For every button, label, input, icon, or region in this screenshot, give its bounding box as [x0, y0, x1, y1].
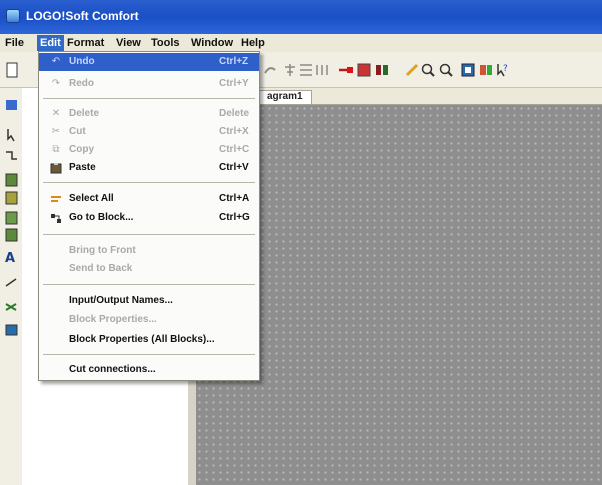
menu-item-shortcut: Ctrl+V — [219, 162, 249, 173]
tab-diagram1[interactable]: agram1 — [258, 90, 312, 104]
menu-item-label: Go to Block... — [69, 212, 134, 223]
menu-item-go-to-block[interactable]: Go to Block... Ctrl+G — [39, 209, 259, 227]
menu-item-send-to-back[interactable]: Send to Back — [39, 260, 259, 278]
logo-app-icon — [6, 9, 20, 23]
go-to-block-icon — [50, 213, 62, 224]
menu-item-shortcut: Ctrl+G — [219, 212, 250, 223]
menu-item-label: Copy — [69, 144, 94, 155]
menu-item-copy[interactable]: ⧉ Copy Ctrl+C — [39, 141, 259, 159]
menu-item-label: Delete — [69, 108, 100, 119]
menu-window[interactable]: Window — [188, 35, 236, 51]
special-functions-icon[interactable] — [4, 191, 19, 205]
distribute-icon[interactable] — [298, 62, 314, 78]
menu-item-bring-to-front[interactable]: Bring to Front — [39, 242, 259, 260]
cut-connection-icon[interactable] — [4, 276, 19, 290]
zoom-out-icon[interactable] — [438, 62, 454, 78]
basic-functions-icon[interactable] — [4, 173, 19, 187]
menu-tools[interactable]: Tools — [148, 35, 183, 51]
menu-bar: File Edit Format View Tools Window Help — [0, 34, 602, 52]
connector-icon[interactable] — [338, 62, 354, 78]
menu-item-cut[interactable]: ✂ Cut Ctrl+X — [39, 123, 259, 141]
zoom-in-icon[interactable] — [420, 62, 436, 78]
text-icon[interactable]: A — [4, 250, 19, 266]
edit-menu-dropdown: ↶ Undo Ctrl+Z ↷ Redo Ctrl+Y ✕ Delete Del… — [38, 51, 260, 381]
menu-format[interactable]: Format — [64, 35, 107, 51]
menu-item-shortcut: Ctrl+X — [219, 126, 249, 137]
menu-item-label: Redo — [69, 78, 94, 89]
blocks-icon[interactable] — [374, 62, 390, 78]
menu-item-label: Input/Output Names... — [69, 295, 173, 306]
menu-item-label: Paste — [69, 162, 96, 173]
outputs-icon[interactable] — [4, 228, 19, 242]
copy-icon: ⧉ — [52, 144, 60, 155]
help-pointer-icon[interactable]: ? — [494, 62, 510, 78]
menu-item-undo[interactable]: ↶ Undo Ctrl+Z — [39, 53, 259, 71]
inputs-icon[interactable] — [4, 211, 19, 225]
align-icon[interactable] — [282, 62, 298, 78]
menu-file[interactable]: File — [2, 35, 27, 51]
select-pointer-icon[interactable] — [4, 128, 19, 142]
cut-icon: ✂ — [51, 126, 61, 137]
svg-text:?: ? — [503, 64, 508, 74]
transfer-icon[interactable] — [478, 62, 494, 78]
menu-item-label: Cut — [69, 126, 86, 137]
menu-edit[interactable]: Edit — [37, 35, 64, 51]
menu-item-label: Bring to Front — [69, 245, 136, 256]
menu-item-label: Undo — [69, 56, 95, 67]
menu-item-shortcut: Ctrl+C — [219, 144, 250, 155]
menu-separator — [43, 234, 255, 235]
undo-icon: ↶ — [51, 56, 61, 67]
constant-icon[interactable] — [4, 98, 19, 112]
svg-text:A: A — [5, 251, 15, 264]
connect-icon[interactable] — [4, 148, 19, 162]
menu-separator — [43, 182, 255, 183]
title-bar: LOGO!Soft Comfort — [0, 0, 602, 34]
menu-separator — [43, 98, 255, 99]
menu-item-label: Cut connections... — [69, 364, 156, 375]
menu-item-block-properties-all[interactable]: Block Properties (All Blocks)... — [39, 331, 259, 349]
simulation-tool-icon[interactable] — [4, 323, 19, 337]
delete-icon: ✕ — [51, 108, 61, 119]
menu-item-shortcut: Ctrl+Z — [219, 56, 249, 67]
menu-view[interactable]: View — [113, 35, 144, 51]
menu-item-label: Block Properties (All Blocks)... — [69, 334, 215, 345]
menu-item-label: Select All — [69, 193, 114, 204]
grid-icon[interactable] — [314, 62, 330, 78]
menu-item-cut-connections[interactable]: Cut connections... — [39, 361, 259, 379]
paste-icon — [50, 163, 62, 174]
menu-item-shortcut: Ctrl+A — [219, 193, 250, 204]
tab-strip: agram1 — [258, 88, 602, 104]
menu-item-paste[interactable]: Paste Ctrl+V — [39, 159, 259, 177]
left-toolbar: A — [0, 88, 22, 485]
simulation-icon[interactable] — [460, 62, 476, 78]
menu-help[interactable]: Help — [238, 35, 268, 51]
menu-item-select-all[interactable]: Select All Ctrl+A — [39, 190, 259, 208]
split-icon[interactable] — [4, 300, 19, 314]
menu-separator — [43, 284, 255, 285]
window-title: LOGO!Soft Comfort — [26, 9, 139, 23]
menu-item-delete[interactable]: ✕ Delete Delete — [39, 105, 259, 123]
redo-toolbar-icon[interactable] — [262, 62, 278, 78]
select-all-icon — [50, 194, 62, 205]
menu-item-redo[interactable]: ↷ Redo Ctrl+Y — [39, 75, 259, 93]
menu-item-label: Send to Back — [69, 263, 133, 274]
new-file-icon[interactable] — [4, 62, 20, 78]
menu-item-label: Block Properties... — [69, 314, 157, 325]
menu-item-block-properties[interactable]: Block Properties... — [39, 311, 259, 329]
menu-item-shortcut: Delete — [219, 108, 250, 119]
redo-icon: ↷ — [51, 78, 61, 89]
menu-separator — [43, 354, 255, 355]
block-icon[interactable] — [356, 62, 372, 78]
menu-item-shortcut: Ctrl+Y — [219, 78, 249, 89]
menu-item-io-names[interactable]: Input/Output Names... — [39, 292, 259, 310]
pencil-icon[interactable] — [404, 62, 420, 78]
